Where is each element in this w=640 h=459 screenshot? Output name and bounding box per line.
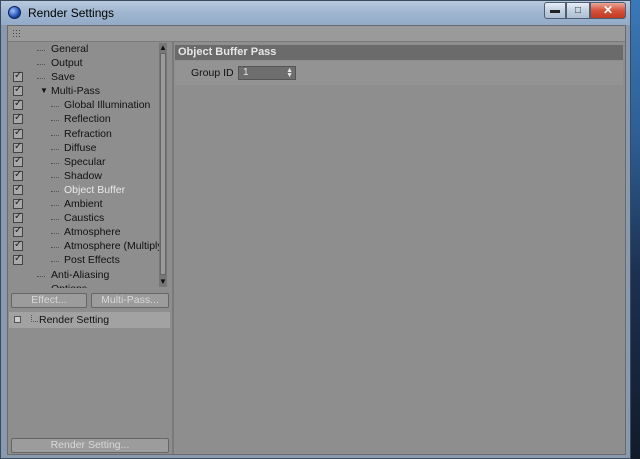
left-pane: GeneralOutputSave▼Multi-PassGlobal Illum… bbox=[9, 42, 174, 454]
checkbox-icon[interactable] bbox=[13, 98, 23, 111]
tree-item-label: General bbox=[51, 43, 89, 55]
app-icon bbox=[8, 6, 21, 19]
tree-item[interactable]: Atmosphere bbox=[9, 225, 159, 240]
tree-item[interactable]: Shadow bbox=[9, 169, 159, 184]
tree-item[interactable]: Global Illumination bbox=[9, 98, 159, 113]
tree-connector bbox=[51, 120, 59, 122]
tree-connector bbox=[51, 148, 59, 151]
tree-connector bbox=[51, 261, 59, 263]
tree-item[interactable]: Diffuse bbox=[9, 141, 159, 156]
tree-item[interactable]: Refraction bbox=[9, 127, 159, 142]
tree-item-label: Global Illumination bbox=[64, 99, 151, 112]
tree-item-label: Save bbox=[51, 71, 75, 84]
tree-connector bbox=[37, 64, 45, 66]
checkbox-icon[interactable] bbox=[13, 211, 23, 224]
tree-item[interactable]: Save bbox=[9, 70, 159, 85]
tree-item-label: Refraction bbox=[64, 127, 112, 140]
effect-button[interactable]: Effect... bbox=[11, 293, 87, 308]
checkbox-icon[interactable] bbox=[13, 169, 23, 181]
tree-item[interactable]: Specular bbox=[9, 155, 159, 170]
maximize-button[interactable]: □ bbox=[566, 2, 590, 19]
group-id-row: Group ID 1 ▲ ▼ bbox=[175, 61, 623, 85]
tree-item-label: Post Effects bbox=[64, 254, 120, 267]
checkbox-icon[interactable] bbox=[13, 239, 23, 252]
settings-tree: General OutputSave▼Multi-PassGlobal Illum… bbox=[9, 43, 159, 288]
tree-item[interactable]: Options bbox=[9, 283, 159, 288]
tree-connector bbox=[51, 106, 59, 108]
tree-item[interactable]: Output bbox=[9, 57, 159, 71]
tree-item-label: Multi-Pass bbox=[51, 85, 101, 98]
tree-item-label: Reflection bbox=[64, 113, 111, 126]
group-id-field[interactable]: 1 ▲ ▼ bbox=[238, 66, 296, 80]
tree-connector bbox=[51, 134, 59, 137]
tree-item-label: Shadow bbox=[64, 169, 102, 182]
tree-connector bbox=[37, 275, 45, 278]
tree-item[interactable]: Reflection bbox=[9, 112, 159, 127]
scroll-up-icon[interactable]: ▲ bbox=[159, 43, 167, 53]
tree-item[interactable]: Object Buffer bbox=[9, 183, 159, 198]
tree-item[interactable]: Caustics bbox=[9, 211, 159, 226]
tree-connector bbox=[51, 219, 59, 221]
tree-item-label: Specular bbox=[64, 155, 106, 168]
section-title: Object Buffer Pass bbox=[178, 46, 277, 58]
render-setting-button[interactable]: Render Setting... bbox=[11, 438, 169, 453]
expand-icon[interactable] bbox=[14, 316, 21, 323]
tree-item-label: Anti-Aliasing bbox=[51, 268, 110, 281]
tree-item-label: Caustics bbox=[64, 212, 105, 225]
tree-item[interactable]: ▼Multi-Pass bbox=[9, 84, 159, 99]
tree-connector bbox=[51, 233, 59, 235]
properties-pane: Object Buffer Pass Group ID 1 ▲ ▼ bbox=[175, 42, 625, 454]
tree-item[interactable]: General bbox=[9, 43, 159, 57]
title-bar[interactable]: Render Settings ▬ □ ✕ bbox=[1, 1, 630, 25]
tree-item[interactable]: Ambient bbox=[9, 197, 159, 212]
minimize-button[interactable]: ▬ bbox=[544, 2, 566, 19]
checkbox-icon[interactable] bbox=[13, 155, 23, 167]
tree-item-label: Ambient bbox=[64, 198, 103, 211]
checkbox-icon[interactable] bbox=[13, 112, 23, 125]
tree-connector bbox=[51, 205, 59, 207]
tree-item-label: Atmosphere bbox=[64, 226, 121, 239]
tree-connector bbox=[51, 162, 59, 165]
checkbox-icon[interactable] bbox=[13, 141, 23, 153]
tree-item[interactable]: Anti-Aliasing bbox=[9, 269, 159, 283]
tree-connector bbox=[51, 176, 59, 179]
close-button[interactable]: ✕ bbox=[590, 2, 626, 19]
tree-connector bbox=[37, 50, 45, 52]
tree-item-label: Options bbox=[51, 283, 87, 288]
tree-connector bbox=[31, 315, 38, 322]
checkbox-icon[interactable] bbox=[13, 183, 23, 195]
tree-item[interactable]: Post Effects bbox=[9, 253, 159, 268]
render-setting-label: Render Setting bbox=[39, 314, 110, 326]
section-header: Object Buffer Pass bbox=[175, 45, 623, 60]
group-id-value: 1 bbox=[243, 67, 249, 78]
tree-item-label: Output bbox=[51, 57, 83, 70]
render-setting-item[interactable]: Render Setting bbox=[9, 312, 170, 328]
client-area: GeneralOutputSave▼Multi-PassGlobal Illum… bbox=[7, 25, 626, 455]
group-id-label: Group ID bbox=[191, 67, 234, 79]
render-settings-window: Render Settings ▬ □ ✕ GeneralOutputSave▼… bbox=[0, 0, 631, 459]
toolbar-grip-bar bbox=[8, 26, 625, 42]
tree-connector bbox=[51, 190, 59, 193]
checkbox-icon[interactable] bbox=[13, 70, 23, 83]
render-setting-list: Render Setting bbox=[9, 312, 172, 448]
checkbox-icon[interactable] bbox=[13, 253, 23, 266]
grip-icon[interactable] bbox=[12, 29, 22, 37]
tree-item-label: Diffuse bbox=[64, 141, 97, 154]
window-title: Render Settings bbox=[28, 6, 115, 20]
tree-connector bbox=[51, 247, 59, 249]
checkbox-icon[interactable] bbox=[13, 127, 23, 139]
expand-arrow-icon[interactable]: ▼ bbox=[40, 86, 48, 95]
spinner-arrows-icon[interactable]: ▲ ▼ bbox=[286, 67, 293, 79]
scroll-down-icon[interactable]: ▼ bbox=[159, 277, 167, 287]
tree-connector bbox=[37, 78, 45, 80]
tree-item-label: Object Buffer bbox=[64, 183, 126, 196]
checkbox-icon[interactable] bbox=[13, 225, 23, 238]
checkbox-icon[interactable] bbox=[13, 197, 23, 210]
checkbox-icon[interactable] bbox=[13, 84, 23, 97]
scroll-thumb[interactable] bbox=[160, 53, 166, 275]
tree-item-label: Atmosphere (Multiply) bbox=[64, 240, 159, 253]
multipass-button[interactable]: Multi-Pass... bbox=[91, 293, 169, 308]
tree-scrollbar[interactable]: ▲ ▼ bbox=[159, 43, 167, 287]
tree-item[interactable]: Atmosphere (Multiply) bbox=[9, 239, 159, 254]
